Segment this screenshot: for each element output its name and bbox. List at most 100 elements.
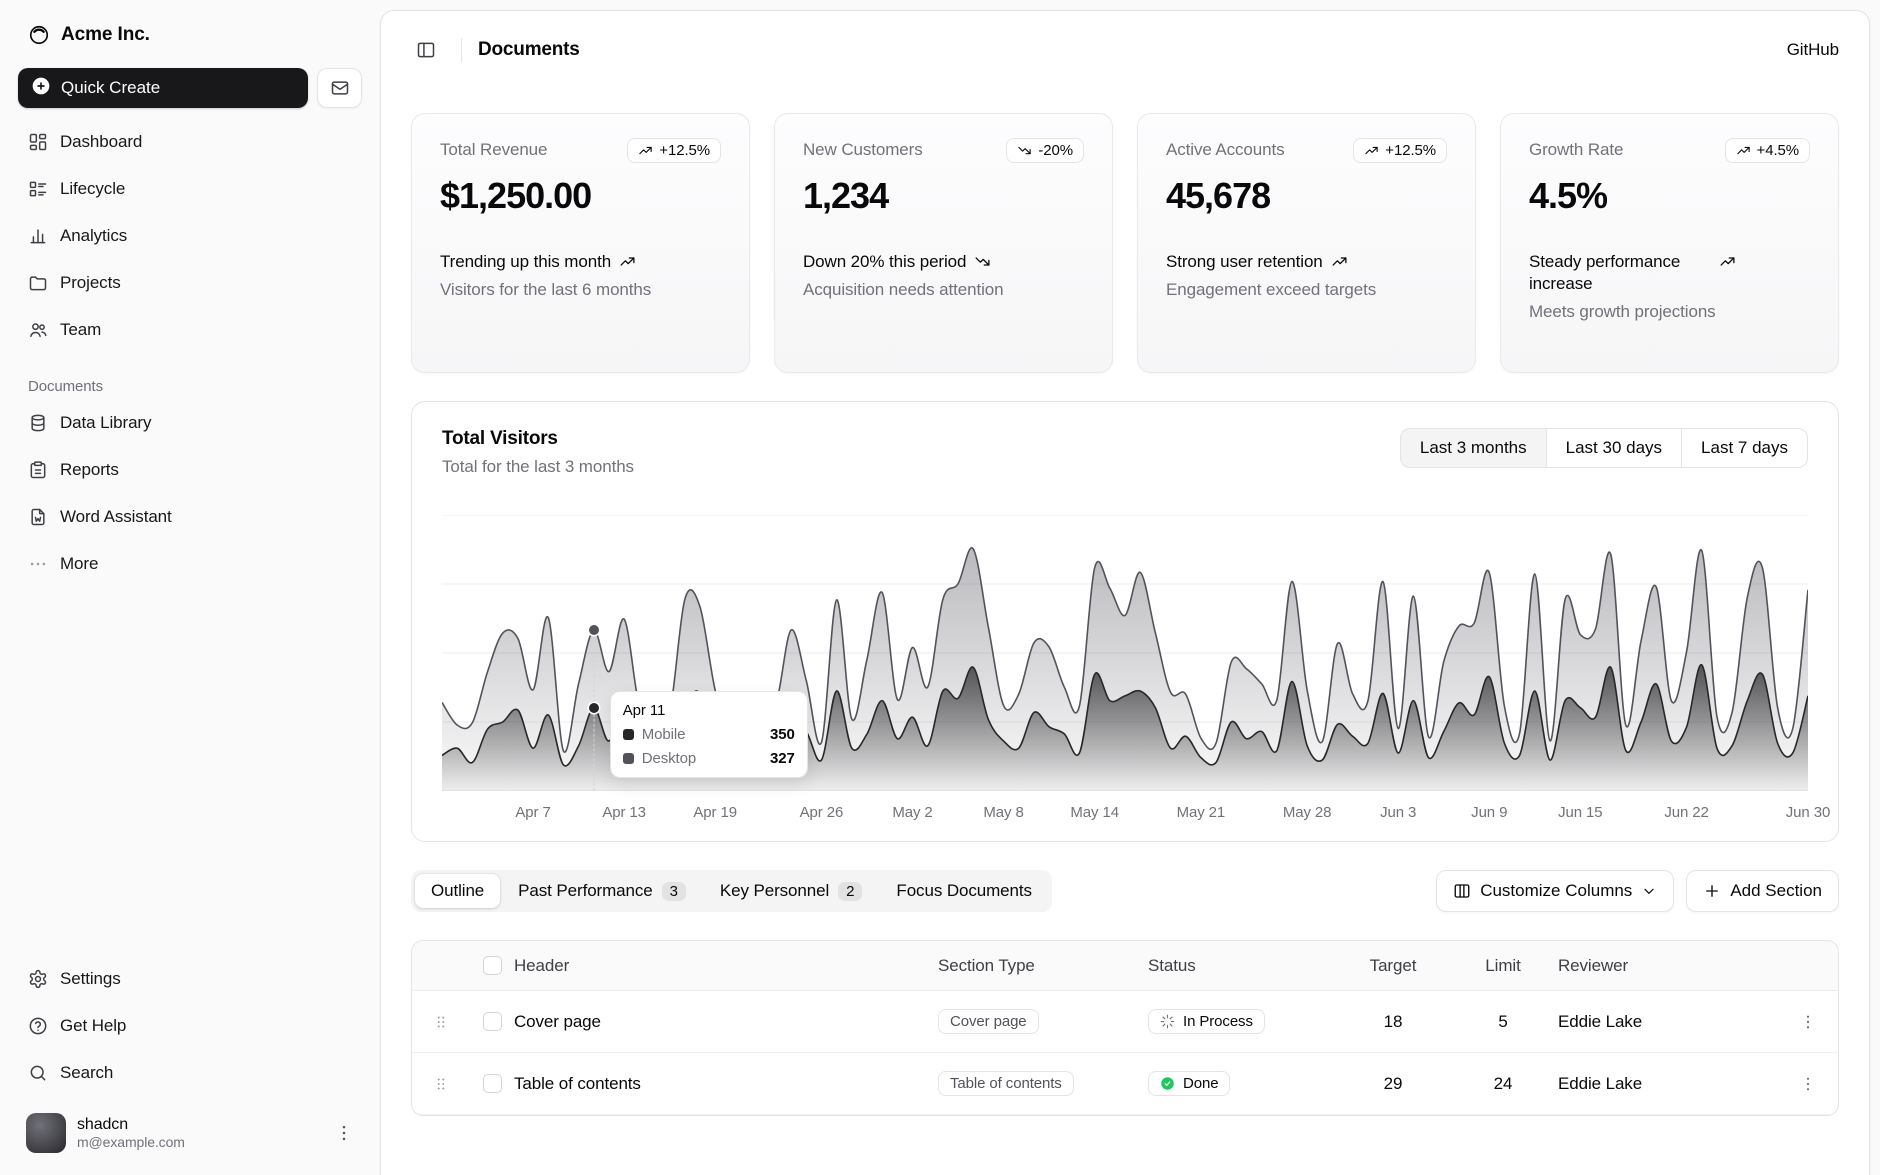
drag-handle-icon[interactable] <box>412 1075 470 1093</box>
cell-limit[interactable]: 5 <box>1448 1012 1558 1032</box>
ellipsis-icon <box>28 554 48 574</box>
cell-header[interactable]: Table of contents <box>514 1074 938 1094</box>
cell-header[interactable]: Cover page <box>514 1012 938 1032</box>
column-status: Status <box>1148 956 1338 976</box>
stat-subtext: Meets growth projections <box>1529 302 1810 322</box>
brand[interactable]: Acme Inc. <box>16 16 364 54</box>
tab-key-personnel[interactable]: Key Personnel 2 <box>704 874 879 908</box>
x-axis-tick: Jun 22 <box>1664 804 1708 821</box>
sidebar-item-settings[interactable]: Settings <box>16 959 364 999</box>
visitors-area-chart[interactable]: Apr 11 Mobile 350 Desktop 327 <box>442 515 1808 791</box>
sidebar: Acme Inc. Quick Create Dashboard Lifecyc… <box>0 0 380 1175</box>
cell-reviewer[interactable]: Eddie Lake <box>1558 1074 1778 1094</box>
column-target: Target <box>1338 956 1448 976</box>
select-all-checkbox[interactable] <box>483 956 502 975</box>
folder-icon <box>28 273 48 293</box>
sidebar-item-label: Get Help <box>60 1016 126 1036</box>
sidebar-item-label: Analytics <box>60 226 127 246</box>
sidebar-item-search[interactable]: Search <box>16 1053 364 1093</box>
sidebar-item-word-assistant[interactable]: Word Assistant <box>16 497 364 537</box>
sidebar-item-more[interactable]: More <box>16 544 364 584</box>
x-axis-tick: Jun 9 <box>1471 804 1507 821</box>
cell-target[interactable]: 29 <box>1338 1074 1448 1094</box>
quick-create-button[interactable]: Quick Create <box>18 68 308 108</box>
section-type-badge: Cover page <box>938 1009 1039 1034</box>
plus-circle-icon <box>31 76 51 101</box>
database-icon <box>28 413 48 433</box>
table-row[interactable]: Table of contents Table of contents Done… <box>412 1053 1838 1115</box>
acme-logo-icon <box>28 24 50 46</box>
topbar: Documents GitHub <box>381 11 1869 89</box>
sidebar-toggle-button[interactable] <box>407 31 445 69</box>
file-word-icon <box>28 507 48 527</box>
x-axis-tick: Jun 3 <box>1380 804 1416 821</box>
sidebar-item-team[interactable]: Team <box>16 310 364 350</box>
dots-vertical-icon[interactable] <box>334 1123 354 1143</box>
range-last-30-days[interactable]: Last 30 days <box>1546 428 1682 468</box>
x-axis-tick: May 2 <box>892 804 932 821</box>
stat-headline: Strong user retention <box>1166 251 1447 273</box>
tab-focus-documents[interactable]: Focus Documents <box>880 874 1048 908</box>
stat-subtext: Visitors for the last 6 months <box>440 280 721 300</box>
sidebar-documents-nav: Data Library Reports Word Assistant More <box>16 403 364 584</box>
row-menu-icon[interactable] <box>1778 1013 1838 1031</box>
time-range-toggle: Last 3 months Last 30 days Last 7 days <box>1400 428 1808 468</box>
trend-badge: +12.5% <box>1353 138 1447 163</box>
tab-outline[interactable]: Outline <box>415 874 500 908</box>
search-icon <box>28 1063 48 1083</box>
page-title: Documents <box>478 39 580 61</box>
stat-card-active-accounts: Active Accounts +12.5% 45,678 Strong use… <box>1137 113 1476 373</box>
sidebar-item-label: Team <box>60 320 101 340</box>
sidebar-item-reports[interactable]: Reports <box>16 450 364 490</box>
section-type-badge: Table of contents <box>938 1071 1074 1096</box>
sidebar-item-label: Dashboard <box>60 132 142 152</box>
row-checkbox[interactable] <box>483 1012 502 1031</box>
x-axis-tick: Apr 19 <box>693 804 737 821</box>
trending-down-icon <box>974 253 991 270</box>
user-menu[interactable]: shadcn m@example.com <box>16 1105 364 1161</box>
sidebar-item-label: More <box>60 554 98 574</box>
analytics-icon <box>28 226 48 246</box>
columns-icon <box>1453 882 1471 900</box>
total-visitors-card: Total Visitors Total for the last 3 mont… <box>411 401 1839 842</box>
plus-icon <box>1703 882 1721 900</box>
report-icon <box>28 460 48 480</box>
stat-title: Total Revenue <box>440 138 547 160</box>
x-axis-tick: Apr 26 <box>800 804 844 821</box>
sidebar-item-label: Search <box>60 1063 113 1083</box>
stat-headline: Steady performance increase <box>1529 251 1810 295</box>
tab-past-performance[interactable]: Past Performance 3 <box>502 874 702 908</box>
sidebar-item-data-library[interactable]: Data Library <box>16 403 364 443</box>
row-menu-icon[interactable] <box>1778 1075 1838 1093</box>
cell-target[interactable]: 18 <box>1338 1012 1448 1032</box>
trending-up-icon <box>1736 143 1751 158</box>
table-toolbar: Outline Past Performance 3 Key Personnel… <box>411 870 1839 912</box>
cell-limit[interactable]: 24 <box>1448 1074 1558 1094</box>
check-circle-icon <box>1160 1076 1175 1091</box>
sidebar-item-projects[interactable]: Projects <box>16 263 364 303</box>
sidebar-item-label: Lifecycle <box>60 179 125 199</box>
sidebar-item-label: Projects <box>60 273 121 293</box>
view-tabs: Outline Past Performance 3 Key Personnel… <box>411 870 1052 912</box>
table-row[interactable]: Cover page Cover page In Process 18 5 Ed… <box>412 991 1838 1053</box>
sidebar-item-get-help[interactable]: Get Help <box>16 1006 364 1046</box>
avatar <box>26 1113 66 1153</box>
stat-value: $1,250.00 <box>440 175 721 217</box>
drag-handle-icon[interactable] <box>412 1013 470 1031</box>
stat-title: Active Accounts <box>1166 138 1285 160</box>
inbox-button[interactable] <box>317 68 362 108</box>
gear-icon <box>28 969 48 989</box>
github-link[interactable]: GitHub <box>1787 40 1839 60</box>
sidebar-item-analytics[interactable]: Analytics <box>16 216 364 256</box>
range-last-3-months[interactable]: Last 3 months <box>1400 428 1547 468</box>
sidebar-item-dashboard[interactable]: Dashboard <box>16 122 364 162</box>
add-section-button[interactable]: Add Section <box>1686 870 1839 912</box>
desktop-series-swatch <box>623 753 634 764</box>
cell-reviewer[interactable]: Eddie Lake <box>1558 1012 1778 1032</box>
x-axis-tick: Jun 15 <box>1558 804 1602 821</box>
customize-columns-button[interactable]: Customize Columns <box>1436 870 1674 912</box>
sidebar-item-lifecycle[interactable]: Lifecycle <box>16 169 364 209</box>
row-checkbox[interactable] <box>483 1074 502 1093</box>
x-axis-tick: Apr 13 <box>602 804 646 821</box>
range-last-7-days[interactable]: Last 7 days <box>1681 428 1808 468</box>
